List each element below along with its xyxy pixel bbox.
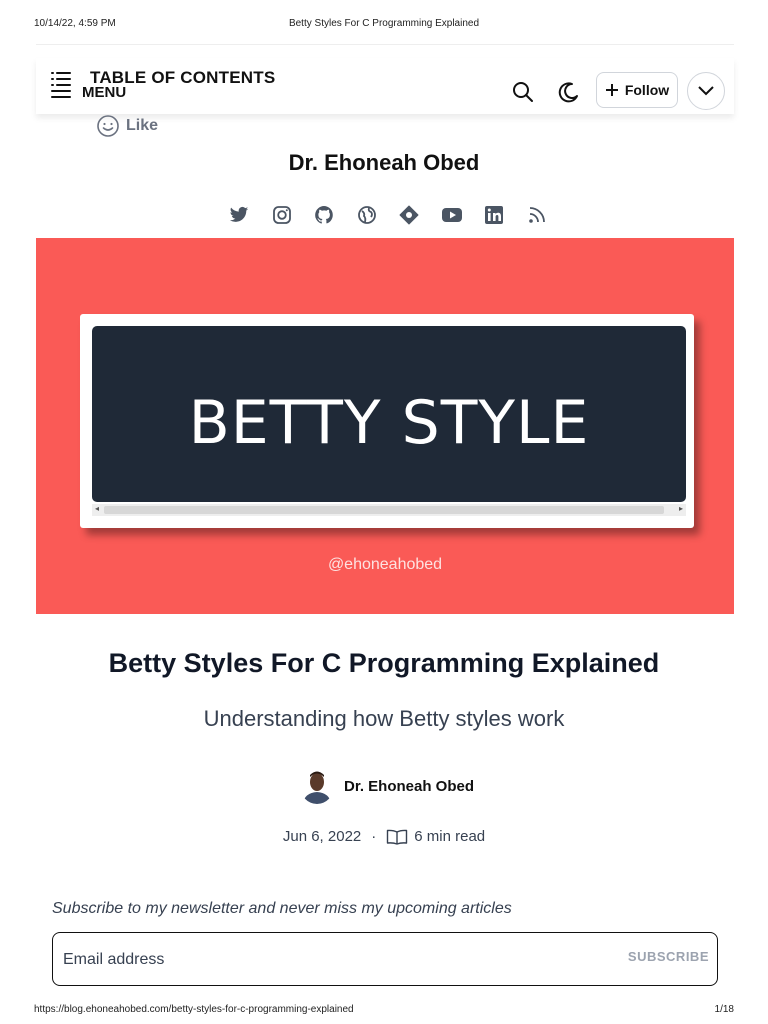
print-page-number: 1/18: [714, 1004, 734, 1015]
social-links: [228, 204, 548, 228]
cover-title: BETTY STYLE: [188, 388, 590, 458]
menu-button[interactable]: MENU: [82, 84, 126, 101]
publish-date: Jun 6, 2022: [282, 828, 362, 845]
meta-separator: ·: [371, 828, 377, 845]
article-subtitle: Understanding how Betty styles work: [203, 706, 565, 731]
cover-scrollbar: ◂ ▸: [92, 504, 686, 516]
dark-mode-moon-icon[interactable]: [552, 76, 584, 108]
cover-image: BETTY STYLE ◂ ▸ @ehoneahobed: [36, 238, 734, 614]
follow-label: Follow: [624, 82, 670, 98]
follow-button[interactable]: Follow: [596, 72, 678, 108]
cover-window-screen: BETTY STYLE: [92, 326, 686, 502]
print-page-title: Betty Styles For C Programming Explained: [288, 18, 480, 29]
article-title: Betty Styles For C Programming Explained: [108, 648, 660, 678]
plus-icon: [605, 84, 618, 96]
globe-icon[interactable]: [356, 204, 378, 226]
article-meta: Jun 6, 2022 · 6 min read: [0, 828, 768, 845]
read-time: 6 min read: [386, 828, 485, 845]
cover-scroll-thumb: [104, 506, 664, 514]
email-input[interactable]: [61, 945, 565, 975]
instagram-icon[interactable]: [271, 204, 293, 226]
linkedin-icon[interactable]: [483, 204, 505, 226]
twitter-icon[interactable]: [228, 204, 250, 226]
book-icon: [387, 829, 408, 845]
newsletter-prompt: Subscribe to my newsletter and never mis…: [52, 900, 512, 917]
subscribe-button[interactable]: SUBSCRIBE: [628, 949, 709, 964]
newsletter-form: SUBSCRIBE: [52, 932, 718, 986]
avatar[interactable]: [300, 768, 334, 804]
smiley-icon: [97, 115, 119, 137]
chevron-down-icon: [698, 86, 714, 96]
print-url: https://blog.ehoneahobed.com/betty-style…: [34, 1004, 354, 1015]
more-options-button[interactable]: [687, 72, 725, 110]
scroll-right-arrow-icon: ▸: [678, 504, 683, 513]
search-icon[interactable]: [507, 76, 539, 108]
byline[interactable]: Dr. Ehoneah Obed: [300, 768, 474, 804]
github-icon[interactable]: [313, 204, 335, 226]
blog-title[interactable]: Dr. Ehoneah Obed: [0, 150, 768, 176]
like-button[interactable]: Like: [96, 114, 158, 138]
header-divider: [36, 44, 734, 45]
hashnode-icon[interactable]: [398, 204, 420, 226]
author-name[interactable]: Dr. Ehoneah Obed: [344, 778, 474, 795]
read-time-label: 6 min read: [414, 828, 486, 845]
like-label: Like: [126, 117, 159, 134]
scroll-left-arrow-icon: ◂: [95, 504, 100, 513]
navbar: TABLE OF CONTENTS MENU Follow: [36, 58, 734, 114]
menu-icon[interactable]: [50, 70, 74, 98]
rss-icon[interactable]: [526, 204, 548, 226]
cover-window-frame: BETTY STYLE ◂ ▸: [80, 314, 694, 528]
youtube-icon[interactable]: [441, 204, 463, 226]
cover-handle: @ehoneahobed: [327, 556, 443, 573]
